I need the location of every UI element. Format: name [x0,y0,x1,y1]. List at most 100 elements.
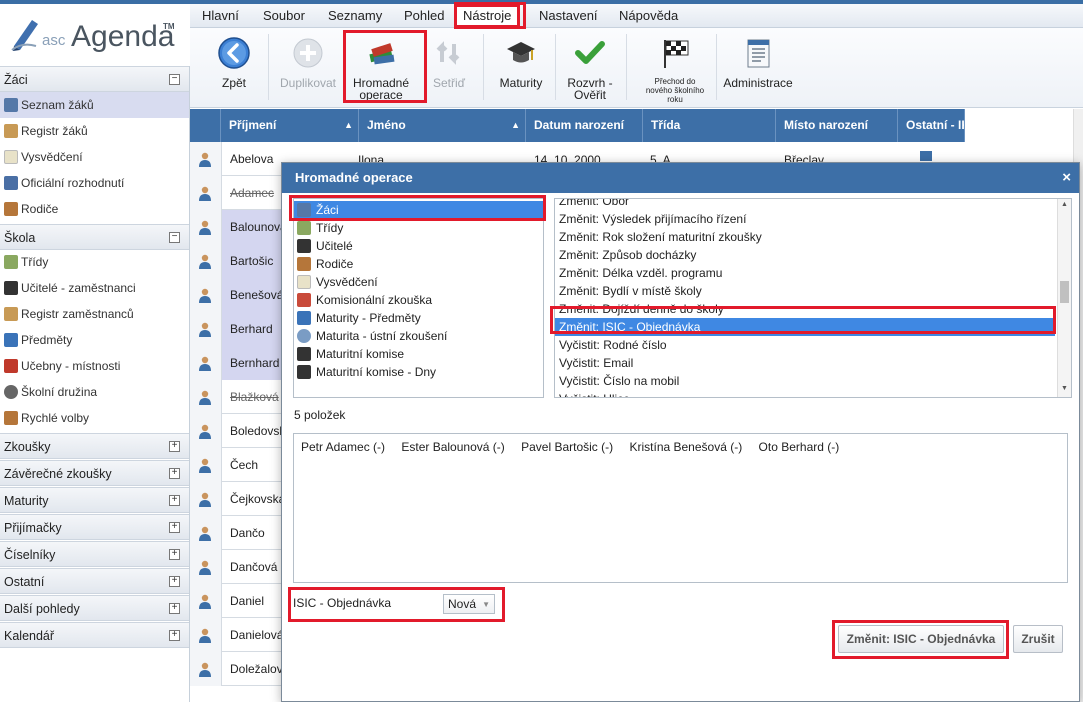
operation-item-isic-selected[interactable]: Změnit: ISIC - Objednávka [555,318,1055,336]
sort-button[interactable]: Setřiď [422,28,476,106]
operation-item[interactable]: Změnit: Dojíždí denně do školy [555,300,1055,318]
sidebar-section-ciselniky[interactable]: Číselníky + [0,541,189,567]
entity-item-rodice[interactable]: Rodiče [294,255,543,273]
register-box-icon [4,124,18,138]
operation-item[interactable]: Změnit: Obor [555,199,1055,210]
column-header-prijmeni[interactable]: Příjmení ▲ [221,109,359,142]
expand-toggle-icon[interactable]: + [169,630,180,641]
entity-item-tridy[interactable]: Třídy [294,219,543,237]
section-label: Závěrečné zkoušky [4,467,112,481]
operation-item[interactable]: Změnit: Bydlí v místě školy [555,282,1055,300]
cell-prijmeni: Bartošic [221,244,281,278]
expand-toggle-icon[interactable]: + [169,522,180,533]
sidebar-section-dalsi-pohledy[interactable]: Další pohledy + [0,595,189,621]
bulk-label-2: operace [359,88,403,102]
expand-toggle-icon[interactable]: + [169,495,180,506]
scroll-thumb[interactable] [1060,281,1069,303]
entity-item-maturita-ustni[interactable]: Maturita - ústní zkoušení [294,327,543,345]
sidebar-item-vysvedceni[interactable]: Vysvědčení [0,144,189,170]
sort-asc-icon: ▲ [344,120,353,130]
entity-item-maturitni-komise[interactable]: Maturitní komise [294,345,543,363]
student-icon [199,628,211,643]
scroll-down-icon[interactable]: ▼ [1061,385,1068,392]
operation-item[interactable]: Změnit: Způsob docházky [555,246,1055,264]
ball-icon [4,385,18,399]
sidebar-section-zaci[interactable]: Žáci − [0,66,189,92]
cancel-button[interactable]: Zrušit [1013,625,1063,653]
sidebar-item-label: Oficiální rozhodnutí [21,176,125,190]
entity-label: Maturity - Předměty [316,311,421,325]
column-header-jmeno[interactable]: Jméno ▲ [359,109,526,142]
sidebar-section-skola[interactable]: Škola − [0,224,189,250]
sidebar-section-prijimacky[interactable]: Přijímačky + [0,514,189,540]
sidebar-item-rychle-volby[interactable]: Rychlé volby [0,405,189,431]
expand-toggle-icon[interactable]: + [169,549,180,560]
back-button[interactable]: Zpět [208,28,260,106]
collapse-toggle-icon[interactable]: − [169,74,180,85]
sidebar-item-seznam-zaku[interactable]: Seznam žáků [0,92,189,118]
scroll-up-icon[interactable]: ▲ [1061,201,1068,208]
sort-asc-icon: ▲ [511,120,520,130]
entity-item-maturitni-komise-dny[interactable]: Maturitní komise - Dny [294,363,543,381]
sidebar-item-rodice[interactable]: Rodiče [0,196,189,222]
menu-soubor[interactable]: Soubor [257,4,311,28]
sidebar-item-tridy[interactable]: Třídy [0,249,189,275]
sidebar-section-maturity[interactable]: Maturity + [0,487,189,513]
maturity-button[interactable]: Maturity [494,28,548,106]
sidebar-item-predmety[interactable]: Předměty [0,327,189,353]
menu-nastroje[interactable]: Nástroje [454,4,521,28]
new-school-year-button[interactable]: Přechod do nového školního roku [636,28,714,106]
column-header-ostatni[interactable]: Ostatní - IK [898,109,965,142]
sidebar-item-registr-zamestnancu[interactable]: Registr zaměstnanců [0,301,189,327]
operation-item[interactable]: Změnit: Rok složení maturitní zkoušky [555,228,1055,246]
entity-item-zaci[interactable]: Žáci [294,201,543,219]
sidebar-section-kalendar[interactable]: Kalendář + [0,622,189,648]
column-header-datum[interactable]: Datum narození [526,109,643,142]
operation-item[interactable]: Změnit: Výsledek přijímacího řízení [555,210,1055,228]
operation-item[interactable]: Změnit: Délka vzděl. programu [555,264,1055,282]
sidebar-item-registr-zaku[interactable]: Registr žáků [0,118,189,144]
entity-item-komisionalni-zkouska[interactable]: Komisionální zkouška [294,291,543,309]
sidebar-section-ostatni[interactable]: Ostatní + [0,568,189,594]
operation-item[interactable]: Vyčistit: Rodné číslo [555,336,1055,354]
classes-icon [297,221,311,235]
student-icon [199,560,211,575]
administration-button[interactable]: Administrace [720,28,796,106]
column-label: Místo narození [784,118,869,132]
check-schedule-button[interactable]: Rozvrh - Ověřit [562,28,618,106]
operation-item[interactable]: Vyčistit: Číslo na mobil [555,372,1055,390]
entity-item-maturity-predmety[interactable]: Maturity - Předměty [294,309,543,327]
sidebar-item-ucebny[interactable]: Učebny - místnosti [0,353,189,379]
sidebar-item-ucitele[interactable]: Učitelé - zaměstnanci [0,275,189,301]
menu-hlavni[interactable]: Hlavní [196,4,245,28]
expand-toggle-icon[interactable]: + [169,468,180,479]
column-header-misto[interactable]: Místo narození [776,109,898,142]
sidebar-item-skolni-druzina[interactable]: Školní družina [0,379,189,405]
expand-toggle-icon[interactable]: + [169,603,180,614]
expand-toggle-icon[interactable]: + [169,441,180,452]
close-icon[interactable]: × [1062,163,1071,193]
bulk-operations-dialog: Hromadné operace × Žáci Třídy Učitelé Ro… [281,162,1080,702]
operation-item[interactable]: Vyčistit: Ulice [555,390,1055,397]
menu-napoveda[interactable]: Nápověda [613,4,684,28]
apply-change-button[interactable]: Změnit: ISIC - Objednávka [838,625,1004,653]
entity-item-ucitele[interactable]: Učitelé [294,237,543,255]
menu-nastaveni[interactable]: Nastavení [533,4,604,28]
book-icon [297,311,311,325]
column-header-trida[interactable]: Třída [643,109,776,142]
sidebar-section-zkousky[interactable]: Zkoušky + [0,433,189,459]
collapse-toggle-icon[interactable]: − [169,232,180,243]
isic-value-select[interactable]: Nová ▼ [443,594,495,614]
bulk-operations-button[interactable]: Hromadné operace [348,28,414,106]
sidebar-item-oficialni-rozhodnuti[interactable]: Oficiální rozhodnutí [0,170,189,196]
duplicate-button[interactable]: Duplikovat [276,28,340,106]
operation-item[interactable]: Vyčistit: Email [555,354,1055,372]
sidebar-section-zaverecne-zkousky[interactable]: Závěrečné zkoušky + [0,460,189,486]
back-arrow-icon [218,37,250,69]
operations-scrollbar[interactable]: ▲ ▼ [1057,199,1071,397]
menu-seznamy[interactable]: Seznamy [322,4,388,28]
entity-label: Maturitní komise [316,347,405,361]
menu-pohled[interactable]: Pohled [398,4,450,28]
entity-item-vysvedceni[interactable]: Vysvědčení [294,273,543,291]
expand-toggle-icon[interactable]: + [169,576,180,587]
